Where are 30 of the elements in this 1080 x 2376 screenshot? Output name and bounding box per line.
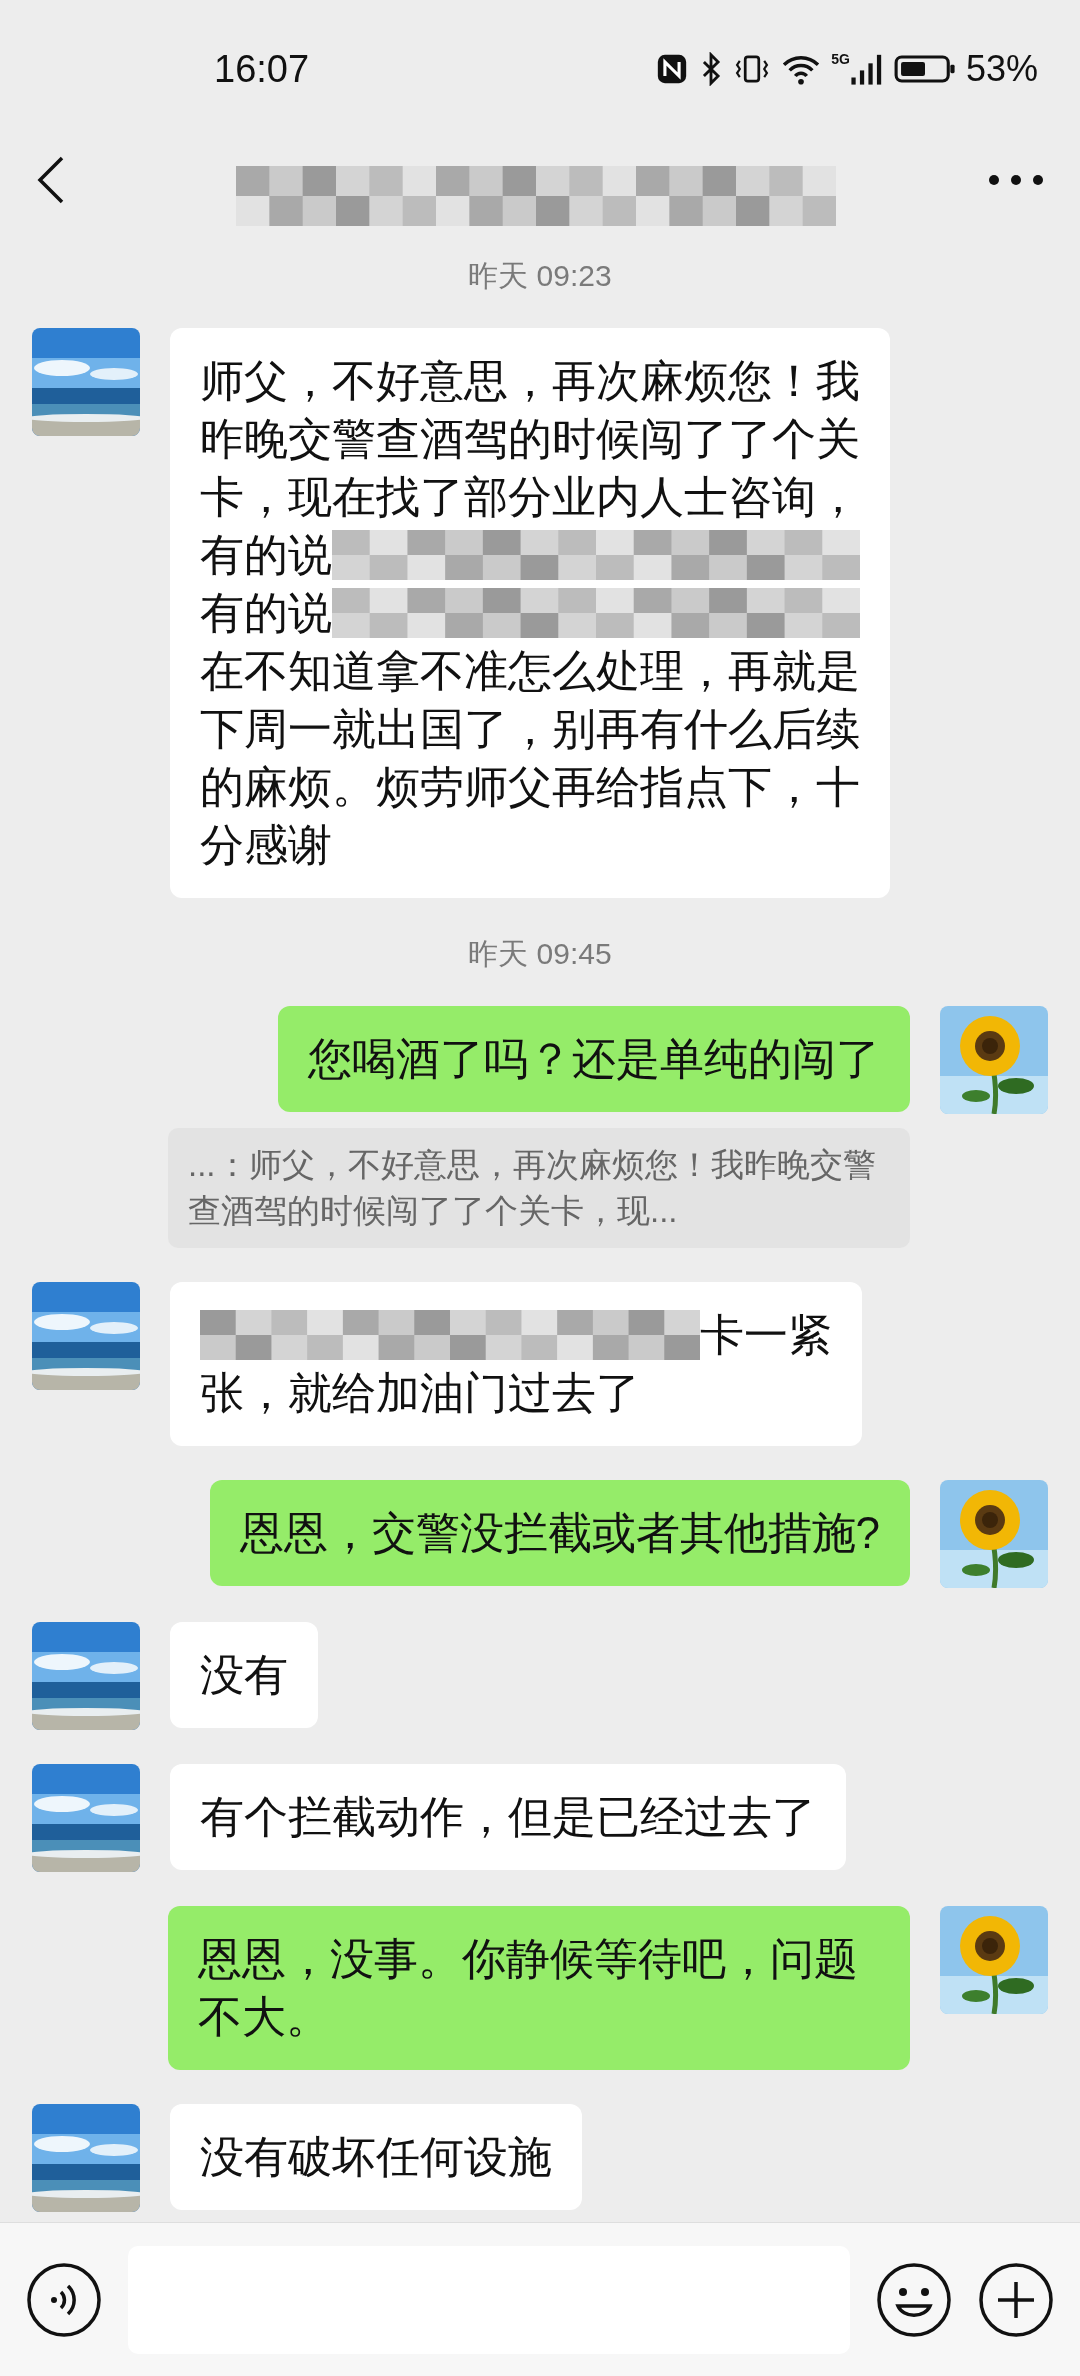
message-text: 分感谢 bbox=[200, 819, 332, 871]
network-label: 5G bbox=[831, 52, 850, 66]
battery-icon bbox=[893, 52, 956, 86]
emoji-icon[interactable] bbox=[876, 2261, 952, 2338]
message-text: 有的说 bbox=[200, 529, 332, 581]
message-bubble: 没有 bbox=[170, 1622, 318, 1728]
quoted-message[interactable]: ...：师父，不好意思，再次麻烦您！我昨晚交警查酒驾的时候闯了了个关卡，现... bbox=[168, 1128, 910, 1248]
voice-icon[interactable] bbox=[26, 2261, 102, 2338]
status-time: 16:07 bbox=[214, 46, 310, 92]
battery-percent: 53% bbox=[965, 47, 1038, 91]
message-text: 的麻烦。烦劳师父再给指点下，十 bbox=[200, 761, 860, 813]
message-text: 卡，现在找了部分业内人士咨询， bbox=[200, 471, 860, 523]
message-text: 卡一紧 bbox=[700, 1309, 832, 1361]
signal-icon bbox=[849, 52, 884, 86]
message-bubble: 有个拦截动作，但是已经过去了 bbox=[170, 1764, 846, 1870]
message-bubble: 您喝酒了吗？还是单纯的闯了 bbox=[278, 1006, 910, 1112]
message-text: 昨晚交警查酒驾的时候闯了了个关 bbox=[200, 413, 860, 465]
message-text: 下周一就出国了，别再有什么后续 bbox=[200, 703, 860, 755]
message-text: 师父，不好意思，再次麻烦您！我 bbox=[200, 355, 860, 407]
message-text: 在不知道拿不准怎么处理，再就是 bbox=[200, 645, 860, 697]
message-bubble: 恩恩，交警没拦截或者其他措施? bbox=[209, 1480, 910, 1586]
timestamp: 昨天 09:45 bbox=[468, 936, 612, 972]
timestamp: 昨天 09:23 bbox=[468, 258, 612, 294]
message-text: 张，就给加油门过去了 bbox=[200, 1367, 640, 1419]
more-icon[interactable] bbox=[988, 174, 1044, 186]
message-bubble: 恩恩，没事。你静候等待吧，问题不大。 bbox=[168, 1906, 910, 2070]
message-text: 有的说 bbox=[200, 587, 332, 639]
message-bubble: 没有破坏任何设施 bbox=[170, 2104, 582, 2210]
plus-icon[interactable] bbox=[978, 2261, 1054, 2338]
back-icon[interactable] bbox=[36, 155, 66, 205]
